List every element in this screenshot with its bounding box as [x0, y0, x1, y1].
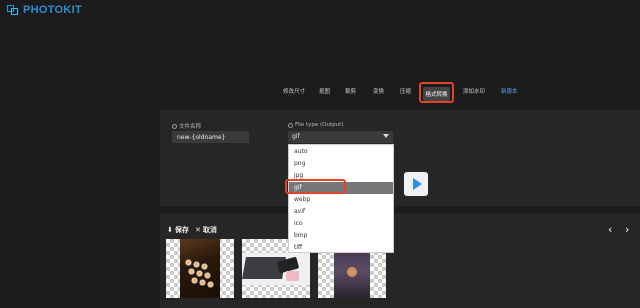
nav-resize[interactable]: 修改尺寸 — [283, 87, 305, 95]
close-icon: ✕ — [195, 226, 201, 234]
save-label: 保存 — [174, 226, 189, 234]
photokit-logo-icon — [7, 4, 20, 16]
start-button[interactable] — [404, 172, 428, 196]
prev-arrow-icon[interactable]: ‹ — [608, 223, 612, 236]
tool-nav: 修改尺寸 抠图 裁剪 变换 压缩 格式转换 添加水印 新版本 — [0, 80, 640, 104]
option-avif[interactable]: avif — [289, 206, 393, 218]
option-bmp[interactable]: bmp — [289, 230, 393, 242]
info-icon — [172, 123, 177, 129]
filetype-label: File type (Output) — [288, 122, 343, 128]
option-auto[interactable]: auto — [289, 146, 393, 158]
play-icon — [413, 178, 422, 190]
nav-compress[interactable]: 压缩 — [400, 87, 411, 95]
info-icon — [288, 122, 293, 128]
save-button[interactable]: ⬇ 保存 — [167, 225, 189, 235]
nav-cutout[interactable]: 抠图 — [319, 87, 330, 95]
nav-new-version[interactable]: 新版本 — [501, 87, 518, 95]
nav-crop[interactable]: 裁剪 — [345, 87, 356, 95]
brand-name: PHOTOKIT — [23, 4, 83, 16]
cancel-label: 取消 — [202, 226, 217, 234]
selected-option-highlight — [285, 179, 346, 194]
logo[interactable]: PHOTOKIT — [7, 4, 82, 16]
cancel-button[interactable]: ✕ 取消 — [195, 225, 217, 235]
filetype-select[interactable]: gif — [288, 131, 393, 143]
nav-format-convert-label: 格式转换 — [423, 87, 450, 101]
laptop-photo — [242, 253, 310, 285]
chevron-down-icon — [383, 134, 389, 138]
filetype-label-text: File type (Output) — [295, 122, 344, 128]
next-arrow-icon[interactable]: › — [625, 223, 629, 236]
nav-format-convert[interactable]: 格式转换 — [419, 82, 454, 103]
filename-input[interactable] — [172, 131, 249, 143]
option-png[interactable]: png — [289, 158, 393, 170]
filename-label-text: 文件名称 — [179, 124, 202, 130]
settings-panel: 文件名称 File type (Output) gif — [160, 110, 640, 206]
filetype-dropdown: auto png jpg gif webp avif ico bmp tiff — [288, 144, 394, 253]
image-panel: ⬇ 保存 ✕ 取消 ‹ › — [160, 213, 640, 308]
nav-watermark[interactable]: 添加水印 — [463, 87, 485, 95]
image-thumbnail[interactable] — [166, 239, 234, 298]
download-icon: ⬇ — [167, 226, 173, 234]
option-ico[interactable]: ico — [289, 218, 393, 230]
sushi-photo — [180, 239, 220, 298]
option-tiff[interactable]: tiff — [289, 242, 393, 254]
filename-label: 文件名称 — [172, 122, 201, 130]
nav-transform[interactable]: 变换 — [373, 87, 384, 95]
filetype-select-value: gif — [292, 133, 300, 140]
option-webp[interactable]: webp — [289, 194, 393, 206]
